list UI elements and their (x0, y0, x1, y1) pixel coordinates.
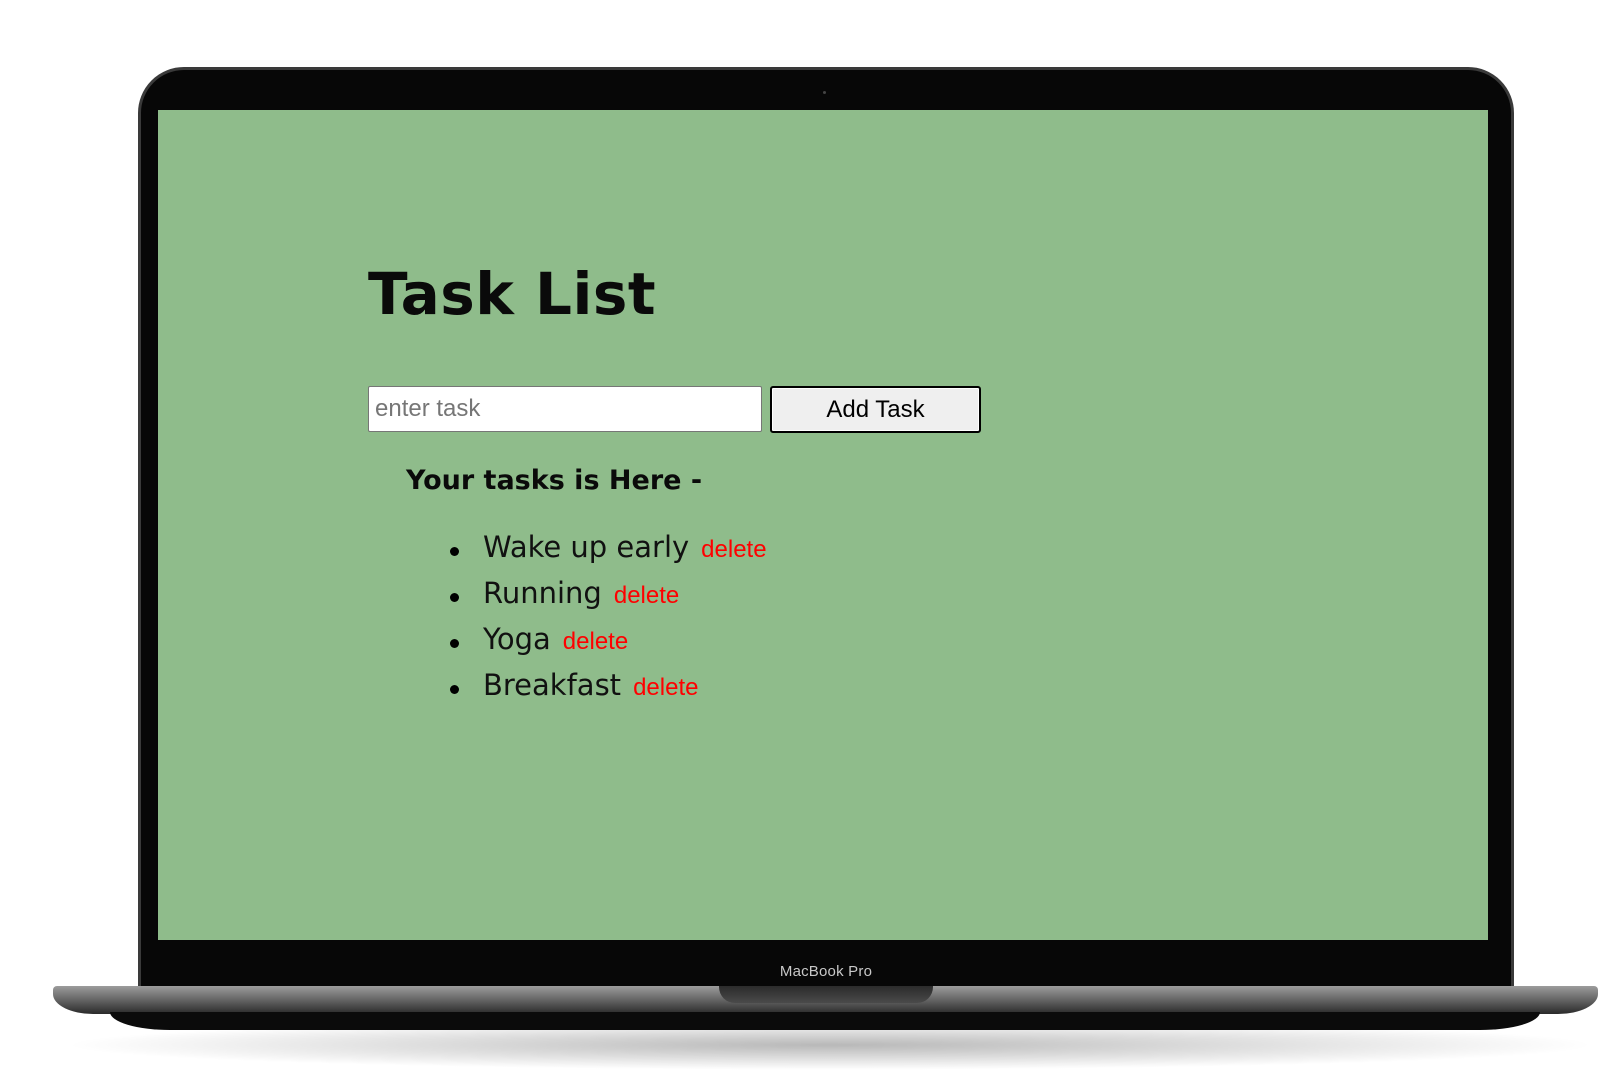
camera-icon (823, 91, 826, 94)
task-label: Wake up early (483, 530, 690, 564)
task-item: Breakfast delete (448, 668, 767, 714)
delete-button[interactable]: delete (633, 674, 698, 702)
task-item: Running delete (448, 576, 767, 622)
delete-button[interactable]: delete (563, 628, 628, 656)
task-item: Yoga delete (448, 622, 767, 668)
bullet-icon (450, 547, 459, 556)
task-list: Wake up early delete Running delete Yoga… (448, 530, 767, 714)
tasks-heading: Your tasks is Here - (406, 465, 703, 496)
laptop-base-bottom (110, 1012, 1540, 1030)
task-label: Yoga (483, 622, 551, 656)
task-label: Breakfast (483, 668, 622, 702)
laptop-notch (719, 986, 933, 1003)
device-label: MacBook Pro (779, 963, 873, 980)
stage: Task List Add Task Your tasks is Here - … (0, 0, 1620, 1080)
app-screen: Task List Add Task Your tasks is Here - … (158, 110, 1488, 940)
delete-button[interactable]: delete (614, 582, 679, 610)
bullet-icon (450, 685, 459, 694)
delete-button[interactable]: delete (701, 536, 766, 564)
bullet-icon (450, 639, 459, 648)
task-label: Running (483, 576, 602, 610)
add-task-button[interactable]: Add Task (770, 386, 981, 433)
task-item: Wake up early delete (448, 530, 767, 576)
bullet-icon (450, 593, 459, 602)
page-title: Task List (368, 260, 657, 328)
task-input[interactable] (368, 386, 762, 432)
